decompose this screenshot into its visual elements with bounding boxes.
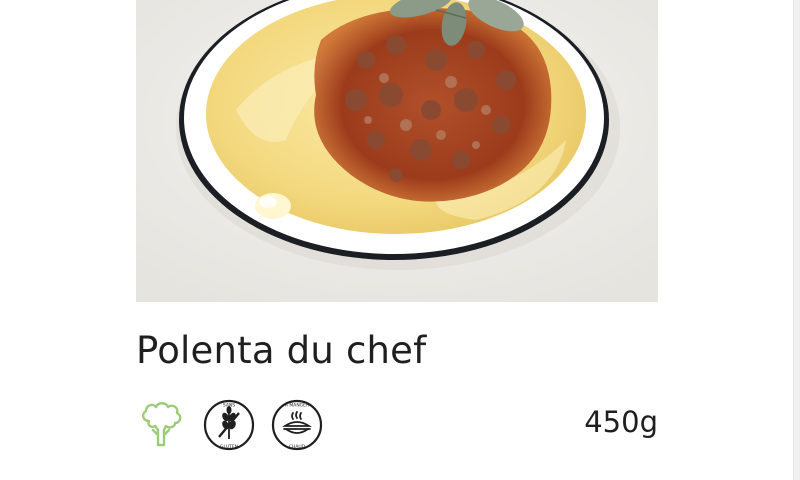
- product-badges: SANS GLUTEN À MANGER CHAUD: [133, 397, 325, 453]
- gluten-free-icon: SANS GLUTEN: [203, 399, 255, 451]
- svg-text:À MANGER: À MANGER: [285, 402, 309, 409]
- svg-text:SANS: SANS: [223, 403, 235, 409]
- polenta-bowl-image: [136, 0, 658, 302]
- svg-text:GLUTEN: GLUTEN: [220, 444, 238, 450]
- product-page: Polenta du chef SANS GLUTEN À MANGER CHA…: [0, 0, 800, 480]
- product-weight: 450g: [584, 405, 658, 439]
- scrollbar[interactable]: [793, 0, 800, 480]
- svg-text:CHAUD: CHAUD: [289, 444, 306, 450]
- eat-hot-icon: À MANGER CHAUD: [271, 399, 323, 451]
- product-image: [136, 0, 658, 302]
- product-card[interactable]: Polenta du chef SANS GLUTEN À MANGER CHA…: [136, 0, 658, 480]
- product-title: Polenta du chef: [136, 329, 427, 372]
- broccoli-icon: [141, 402, 182, 447]
